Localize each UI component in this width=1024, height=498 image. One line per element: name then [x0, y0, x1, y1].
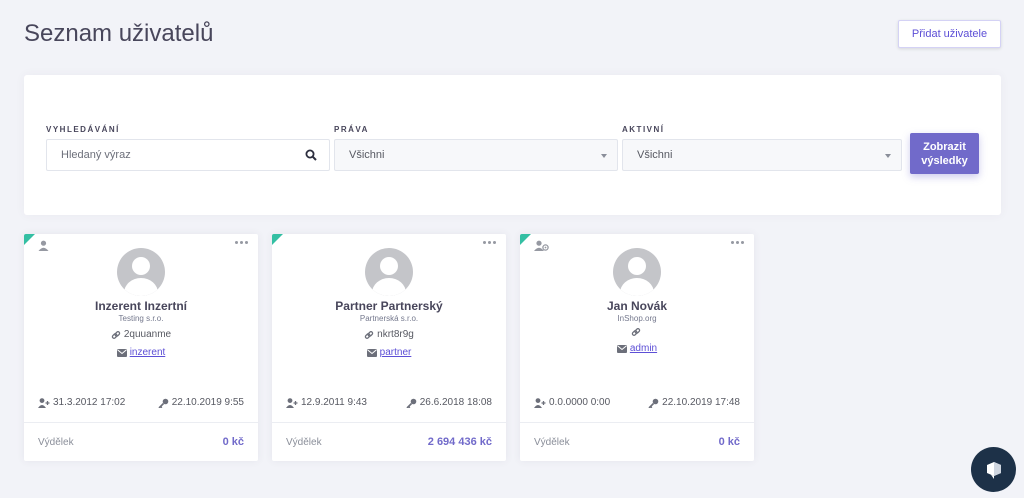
user-login: 2quuanme	[123, 329, 172, 340]
envelope-icon	[616, 344, 627, 353]
chat-button[interactable]	[971, 447, 1016, 492]
envelope-icon	[116, 348, 127, 357]
link-icon	[111, 330, 121, 339]
show-results-line2: výsledky	[921, 154, 968, 167]
key-icon	[648, 398, 659, 408]
earnings-label: Výdělek	[534, 436, 570, 448]
user-company: Partnerská s.r.o.	[359, 314, 419, 323]
search-icon[interactable]	[305, 149, 317, 161]
user-card[interactable]: Partner Partnerský Partnerská s.r.o. nkr…	[272, 234, 506, 461]
card-footer: Výdělek 0 kč	[520, 422, 754, 461]
created-date: 12.9.2011 9:43	[286, 397, 367, 408]
user-name: Jan Novák	[606, 299, 668, 313]
created-value: 12.9.2011 9:43	[301, 397, 367, 408]
last-login-value: 26.6.2018 18:08	[419, 397, 492, 408]
last-login-value: 22.10.2019 17:48	[662, 397, 740, 408]
link-icon	[631, 328, 640, 336]
active-indicator	[24, 234, 35, 245]
user-company: InShop.org	[617, 314, 657, 323]
more-options-icon[interactable]	[483, 241, 496, 244]
active-select[interactable]: Všichni	[622, 139, 902, 171]
user-email-link[interactable]: admin	[630, 343, 657, 354]
show-results-line1: Zobrazit	[923, 140, 966, 153]
email-line: admin	[520, 343, 754, 354]
rights-label: PRÁVA	[334, 125, 369, 134]
active-value: Všichni	[637, 149, 673, 161]
user-add-icon	[534, 397, 546, 408]
avatar	[613, 248, 661, 296]
user-name: Partner Partnerský	[335, 299, 443, 313]
user-add-icon	[286, 397, 298, 408]
user-card[interactable]: Inzerent Inzertní Testing s.r.o. 2quuanm…	[24, 234, 258, 461]
last-login-date: 22.10.2019 9:55	[158, 397, 244, 408]
key-icon	[158, 398, 169, 408]
login-line: 2quuanme	[24, 329, 258, 340]
more-options-icon[interactable]	[235, 241, 248, 244]
created-value: 0.0.0000 0:00	[549, 397, 611, 408]
search-label: VYHLEDÁVÁNÍ	[46, 125, 120, 134]
user-email-link[interactable]: inzerent	[130, 347, 166, 358]
active-label: AKTIVNÍ	[622, 125, 665, 134]
card-footer: Výdělek 0 kč	[24, 422, 258, 461]
filter-panel: VYHLEDÁVÁNÍ PRÁVA Všichni AKTIVNÍ Všichn…	[24, 75, 1001, 215]
key-icon	[406, 398, 417, 408]
last-login-date: 26.6.2018 18:08	[406, 397, 492, 408]
rights-select[interactable]: Všichni	[334, 139, 618, 171]
active-indicator	[520, 234, 531, 245]
earnings-value: 2 694 436 kč	[427, 436, 492, 448]
search-field[interactable]	[46, 139, 330, 171]
chat-icon	[986, 461, 1001, 479]
user-add-icon	[38, 397, 50, 408]
card-footer: Výdělek 2 694 436 kč	[272, 422, 506, 461]
earnings-label: Výdělek	[286, 436, 322, 448]
email-line: partner	[272, 347, 506, 358]
add-user-button[interactable]: Přidat uživatele	[898, 20, 1001, 48]
show-results-button[interactable]: Zobrazit výsledky	[910, 133, 979, 174]
user-email-link[interactable]: partner	[380, 347, 412, 358]
created-date: 31.3.2012 17:02	[38, 397, 125, 408]
email-line: inzerent	[24, 347, 258, 358]
login-line	[520, 327, 754, 337]
earnings-value: 0 kč	[222, 436, 244, 448]
avatar	[365, 248, 413, 296]
earnings-label: Výdělek	[38, 436, 74, 448]
chevron-down-icon	[885, 154, 891, 158]
more-options-icon[interactable]	[731, 241, 744, 244]
last-login-date: 22.10.2019 17:48	[648, 397, 740, 408]
rights-value: Všichni	[349, 149, 385, 161]
last-login-value: 22.10.2019 9:55	[171, 397, 244, 408]
page-title: Seznam uživatelů	[24, 20, 214, 47]
envelope-icon	[366, 348, 377, 357]
avatar	[117, 248, 165, 296]
link-icon	[364, 330, 374, 339]
search-input[interactable]	[61, 149, 301, 161]
created-date: 0.0.0000 0:00	[534, 397, 610, 408]
user-login: nkrt8r9g	[377, 329, 414, 340]
user-icon	[38, 240, 49, 251]
earnings-value: 0 kč	[718, 436, 740, 448]
user-admin-icon	[534, 240, 549, 251]
login-line: nkrt8r9g	[272, 329, 506, 340]
created-value: 31.3.2012 17:02	[53, 397, 126, 408]
active-indicator	[272, 234, 283, 245]
user-name: Inzerent Inzertní	[94, 299, 187, 313]
user-card[interactable]: Jan Novák InShop.org admin 0.0.0000 0:00…	[520, 234, 754, 461]
chevron-down-icon	[601, 154, 607, 158]
user-company: Testing s.r.o.	[118, 314, 164, 323]
